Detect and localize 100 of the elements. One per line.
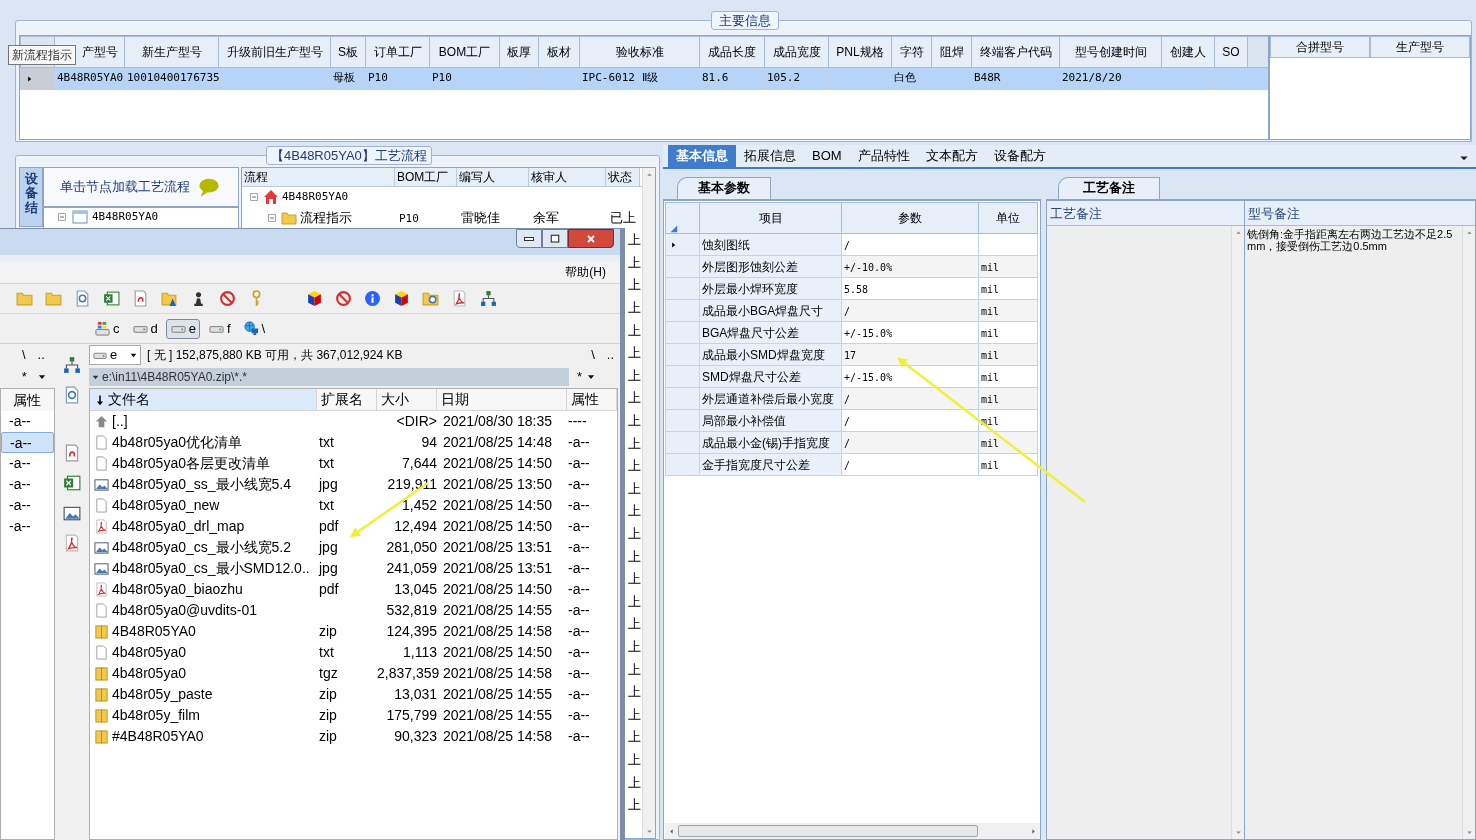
file-row[interactable]: 4b48r05ya0 txt 1,113 2021/08/25 14:50 -a-- — [90, 642, 617, 663]
column-header[interactable]: 新生产型号 — [124, 36, 219, 68]
prohibition-icon[interactable] — [335, 290, 352, 307]
column-header[interactable]: 文件名 — [90, 389, 317, 410]
drive-button[interactable]: d — [127, 318, 162, 339]
row-header[interactable] — [665, 233, 700, 256]
tab[interactable]: 基本参数 — [677, 177, 771, 199]
path-bar[interactable]: e:\in11\4B48R05YA0.zip\*.* — [89, 368, 569, 386]
column-header[interactable]: 阻焊 — [931, 36, 972, 68]
list-row[interactable]: -a-- — [1, 495, 54, 516]
row-header[interactable] — [665, 387, 700, 410]
maximize-button[interactable] — [542, 229, 568, 248]
scrollbar[interactable] — [1231, 226, 1244, 839]
row-header[interactable] — [665, 409, 700, 432]
tree-node[interactable]: 4B48R05YA0 — [282, 188, 349, 206]
file-row[interactable]: 4b48r05ya0_ss_最小线宽5.4 jpg 219,911 2021/08/25 13:50 -a-- — [90, 474, 617, 495]
column-header[interactable]: 终端客户代码 — [971, 36, 1060, 68]
list-row[interactable]: -a-- — [1, 411, 54, 432]
file-row[interactable]: 4b48r05y_film zip 175,799 2021/08/25 14:55 -a-- — [90, 705, 617, 726]
table-row[interactable]: 4B48R05YA0 10010400176735 母板 P10 P10 IPC-6012 Ⅱ级 81.6 105.2 白色 B48R 2021/8/20 — [20, 67, 1268, 90]
tree-expander-icon[interactable] — [56, 211, 68, 224]
scroll-down-icon[interactable] — [1464, 828, 1474, 837]
column-header[interactable]: 字符 — [891, 36, 932, 68]
file-row[interactable]: 4b48r05ya0_biaozhu pdf 13,045 2021/08/25 14:50 -a-- — [90, 579, 617, 600]
file-row[interactable]: 4b48r05ya0@uvdits-01 532,819 2021/08/25 14:55 -a-- — [90, 600, 617, 621]
column-header[interactable]: 型号创建时间 — [1059, 36, 1162, 68]
tab[interactable]: 工艺备注 — [1058, 177, 1160, 199]
column-header[interactable]: 生产型号 — [1370, 36, 1470, 58]
scroll-left-icon[interactable] — [667, 826, 676, 836]
scroll-down-icon[interactable] — [1233, 828, 1243, 837]
column-header[interactable]: 型号备注 — [1245, 201, 1475, 226]
drive-button[interactable]: f — [203, 318, 235, 339]
column-header[interactable]: 扩展名 — [317, 389, 377, 410]
info-icon[interactable] — [364, 290, 381, 307]
tab[interactable]: BOM — [804, 145, 850, 167]
list-row[interactable]: -a-- — [1, 474, 54, 495]
folder-magnifier-icon[interactable] — [422, 290, 439, 307]
minimize-button[interactable] — [516, 229, 542, 248]
column-header[interactable]: BOM工厂 — [429, 36, 500, 68]
column-header[interactable]: 工艺备注 — [1047, 201, 1244, 226]
side-tab[interactable]: 设备结 — [19, 167, 43, 227]
nav-button[interactable]: \ — [21, 345, 26, 365]
file-row[interactable]: 4b48r05ya0_new txt 1,452 2021/08/25 14:50 -a-- — [90, 495, 617, 516]
column-header[interactable]: S板 — [330, 36, 366, 68]
text-area[interactable]: 铣倒角:金手指距离左右两边工艺边不足2.5mm，接受倒伤工艺边0.5mm — [1245, 226, 1475, 839]
column-header[interactable]: 编写人 — [457, 168, 529, 186]
close-button[interactable] — [568, 229, 614, 248]
column-header[interactable]: 成品长度 — [699, 36, 765, 68]
tree-expander-icon[interactable] — [248, 191, 260, 203]
list-row[interactable]: -a-- — [1, 453, 54, 474]
file-row[interactable]: 4b48r05ya0_cs_最小线宽5.2 jpg 281,050 2021/08/25 13:51 -a-- — [90, 537, 617, 558]
filter-button[interactable]: * — [577, 367, 583, 387]
scroll-up-icon[interactable] — [1233, 228, 1243, 237]
nav-button[interactable]: .. — [606, 345, 614, 365]
tab[interactable]: 拓展信息 — [736, 145, 804, 167]
folder-icon[interactable] — [161, 290, 178, 307]
column-header[interactable]: BOM工厂 — [395, 168, 457, 186]
filter-button[interactable]: * — [21, 367, 27, 387]
row-header[interactable] — [665, 453, 700, 476]
drive-button[interactable]: e — [165, 318, 200, 339]
tree-node[interactable]: 流程指示 — [300, 208, 352, 228]
column-header[interactable]: 板材 — [538, 36, 580, 68]
tab[interactable]: 产品特性 — [849, 145, 918, 167]
scrollbar[interactable] — [665, 823, 1040, 839]
column-header[interactable]: 验收标准 — [579, 36, 700, 68]
spreadsheet-icon[interactable] — [62, 474, 81, 492]
column-header[interactable]: 属性 — [1, 389, 54, 411]
row-header[interactable] — [665, 343, 700, 366]
list-row[interactable]: -a-- — [1, 516, 54, 537]
row-header[interactable] — [665, 431, 700, 454]
file-row[interactable]: 4b48r05ya0_drl_map pdf 12,494 2021/08/25 14:50 -a-- — [90, 516, 617, 537]
tree-expander-icon[interactable] — [266, 212, 278, 224]
row-header[interactable] — [665, 255, 700, 278]
cube-icon[interactable] — [306, 290, 323, 307]
column-header[interactable]: 合拼型号 — [1270, 36, 1370, 58]
column-header[interactable]: SO — [1214, 36, 1248, 68]
file-row[interactable]: 4b48r05ya0优化清单 txt 94 2021/08/25 14:48 -a-- — [90, 432, 617, 453]
file-row[interactable]: 4b48r05ya0各层更改清单 txt 7,644 2021/08/25 14:50 -a-- — [90, 453, 617, 474]
row-header[interactable] — [665, 365, 700, 388]
row-header[interactable] — [665, 321, 700, 344]
column-header[interactable]: 状态 — [606, 168, 640, 186]
column-header[interactable]: 成品宽度 — [764, 36, 829, 68]
column-header[interactable]: 单位 — [978, 202, 1038, 234]
column-header[interactable]: 项目 — [699, 202, 842, 234]
drive-combo[interactable]: e — [89, 345, 141, 365]
file-row[interactable]: 4b48r05ya0_cs_最小SMD12.0.. jpg 241,059 2021/08/25 13:51 -a-- — [90, 558, 617, 579]
image-icon[interactable] — [62, 504, 81, 522]
prohibition-icon[interactable] — [219, 290, 236, 307]
scroll-up-icon[interactable] — [644, 170, 654, 179]
column-header[interactable]: 流程 — [242, 168, 395, 186]
tab[interactable]: 设备配方 — [985, 145, 1054, 167]
column-header[interactable]: 核审人 — [529, 168, 606, 186]
scroll-right-icon[interactable] — [1029, 826, 1038, 836]
tab[interactable]: 文本配方 — [917, 145, 986, 167]
page-magnifier-icon[interactable] — [74, 290, 91, 307]
column-header[interactable]: 升级前旧生产型号 — [218, 36, 331, 68]
tree-node[interactable]: 4B48R05YA0 — [92, 209, 159, 226]
column-header[interactable]: 参数 — [841, 202, 979, 234]
scroll-up-icon[interactable] — [1464, 228, 1474, 237]
column-header[interactable]: 创建人 — [1161, 36, 1215, 68]
